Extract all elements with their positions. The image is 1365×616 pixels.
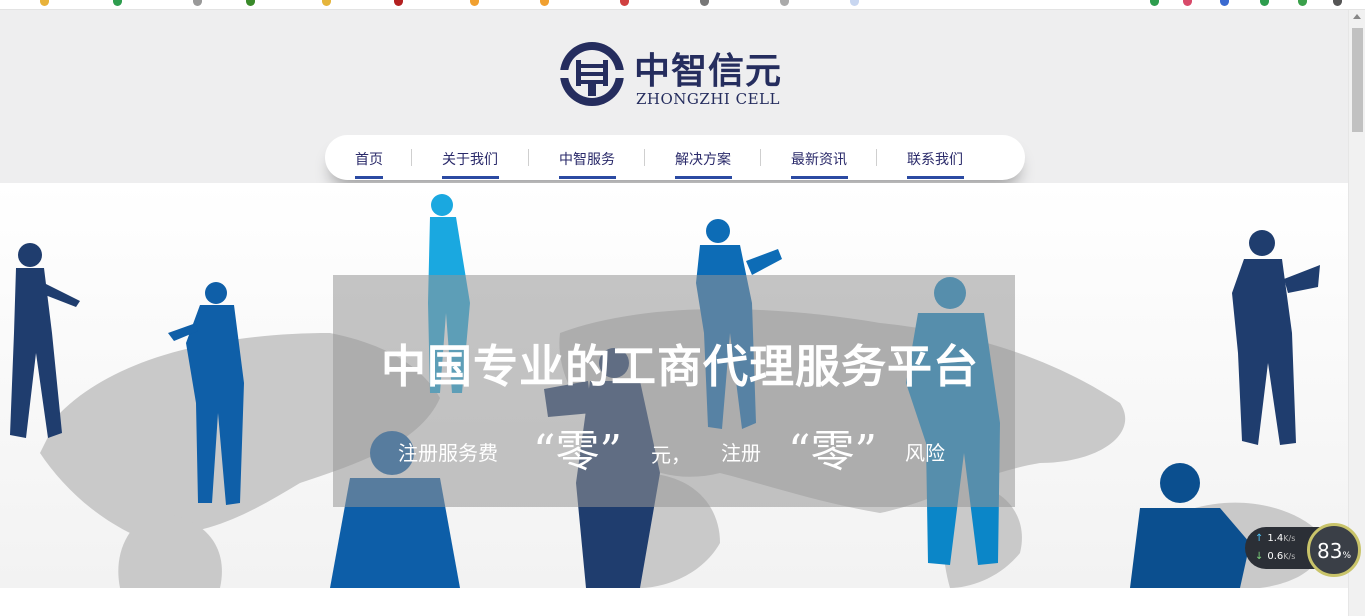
bookmark-icon[interactable] (700, 0, 709, 6)
hero-headline: 中国专业的工商代理服务平台 (381, 340, 980, 393)
hero-text-panel: 中国专业的工商代理服务平台 注册服务费 “零” 元， 注册 “零” 风险 (333, 275, 1015, 507)
nav-underline (559, 176, 616, 179)
bookmark-icon[interactable] (850, 0, 859, 6)
nav-item-label: 联系我们 (907, 152, 963, 168)
hero-quote-zero: “零” (533, 426, 622, 477)
nav-item-label: 关于我们 (442, 152, 498, 168)
nav-item-home[interactable]: 首页 (355, 135, 383, 180)
hero-quote-zero: “零” (788, 426, 877, 477)
download-arrow-icon: ↓ (1255, 551, 1264, 562)
bookmark-icon[interactable] (193, 0, 202, 6)
bookmark-icon[interactable] (470, 0, 479, 6)
nav-underline (442, 176, 499, 179)
hero-banner: 中国专业的工商代理服务平台 注册服务费 “零” 元， 注册 “零” 风险 (0, 183, 1348, 588)
extension-icon[interactable] (1150, 0, 1159, 6)
nav-underline (791, 176, 848, 179)
nav-item-solutions[interactable]: 解决方案 (675, 135, 732, 180)
nav-item-news[interactable]: 最新资讯 (791, 135, 848, 180)
bookmark-icon[interactable] (40, 0, 49, 6)
nav-item-label: 解决方案 (675, 152, 731, 168)
site-logo[interactable]: 中智信元 ZHONGZHI CELL (558, 40, 798, 110)
bookmarks-bar (0, 0, 1365, 10)
page-footer-strip (0, 588, 1348, 616)
nav-divider (528, 149, 529, 166)
upload-arrow-icon: ↑ (1255, 533, 1264, 544)
bookmark-icon[interactable] (113, 0, 122, 6)
bookmark-icon[interactable] (322, 0, 331, 6)
nav-item-label: 首页 (355, 152, 383, 168)
extension-icon[interactable] (1260, 0, 1269, 6)
extension-icon[interactable] (1298, 0, 1307, 6)
hero-sub-risk: 风险 (905, 441, 945, 465)
extension-icon[interactable] (1183, 0, 1192, 6)
logo-name-en: ZHONGZHI CELL (636, 90, 780, 108)
nav-divider (411, 149, 412, 166)
nav-item-label: 中智服务 (559, 152, 615, 168)
main-nav: 首页 关于我们 中智服务 解决方案 最新资讯 联系我们 (325, 135, 1025, 180)
logo-name-cn: 中智信元 (634, 51, 783, 92)
scroll-thumb[interactable] (1352, 28, 1363, 132)
bookmark-icon[interactable] (620, 0, 629, 6)
nav-divider (876, 149, 877, 166)
scroll-up-arrow-icon[interactable] (1353, 14, 1361, 19)
extension-icon[interactable] (1220, 0, 1229, 6)
bookmark-icon[interactable] (246, 0, 255, 6)
nav-item-services[interactable]: 中智服务 (559, 135, 616, 180)
upload-speed: ↑ 1.4K/s (1255, 533, 1296, 544)
menu-icon[interactable] (1333, 0, 1342, 6)
bookmark-icon[interactable] (394, 0, 403, 6)
nav-item-label: 最新资讯 (791, 152, 847, 168)
usage-percent: 83% (1316, 539, 1351, 563)
nav-item-about[interactable]: 关于我们 (442, 135, 499, 180)
nav-underline (355, 176, 383, 179)
nav-divider (760, 149, 761, 166)
hero-sub-yuan: 元， (651, 443, 691, 467)
bookmark-icon[interactable] (540, 0, 549, 6)
usage-gauge[interactable]: 83% (1307, 523, 1361, 577)
hero-sub-prefix: 注册服务费 (398, 441, 498, 465)
nav-divider (644, 149, 645, 166)
hero-sub-register: 注册 (721, 441, 761, 465)
logo-mark-icon (558, 42, 626, 106)
network-speed-widget[interactable]: ↑ 1.4K/s ↓ 0.6K/s 83% (1245, 523, 1365, 577)
nav-underline (907, 176, 964, 179)
site-header: 中智信元 ZHONGZHI CELL 首页 关于我们 中智服务 解决方案 最新资… (0, 10, 1348, 183)
bookmark-icon[interactable] (780, 0, 789, 6)
download-speed: ↓ 0.6K/s (1255, 551, 1296, 562)
nav-underline (675, 176, 732, 179)
hero-subline: 注册服务费 “零” 元， 注册 “零” 风险 (333, 415, 1015, 477)
nav-item-contact[interactable]: 联系我们 (907, 135, 964, 180)
web-page: 中智信元 ZHONGZHI CELL 首页 关于我们 中智服务 解决方案 最新资… (0, 10, 1348, 616)
